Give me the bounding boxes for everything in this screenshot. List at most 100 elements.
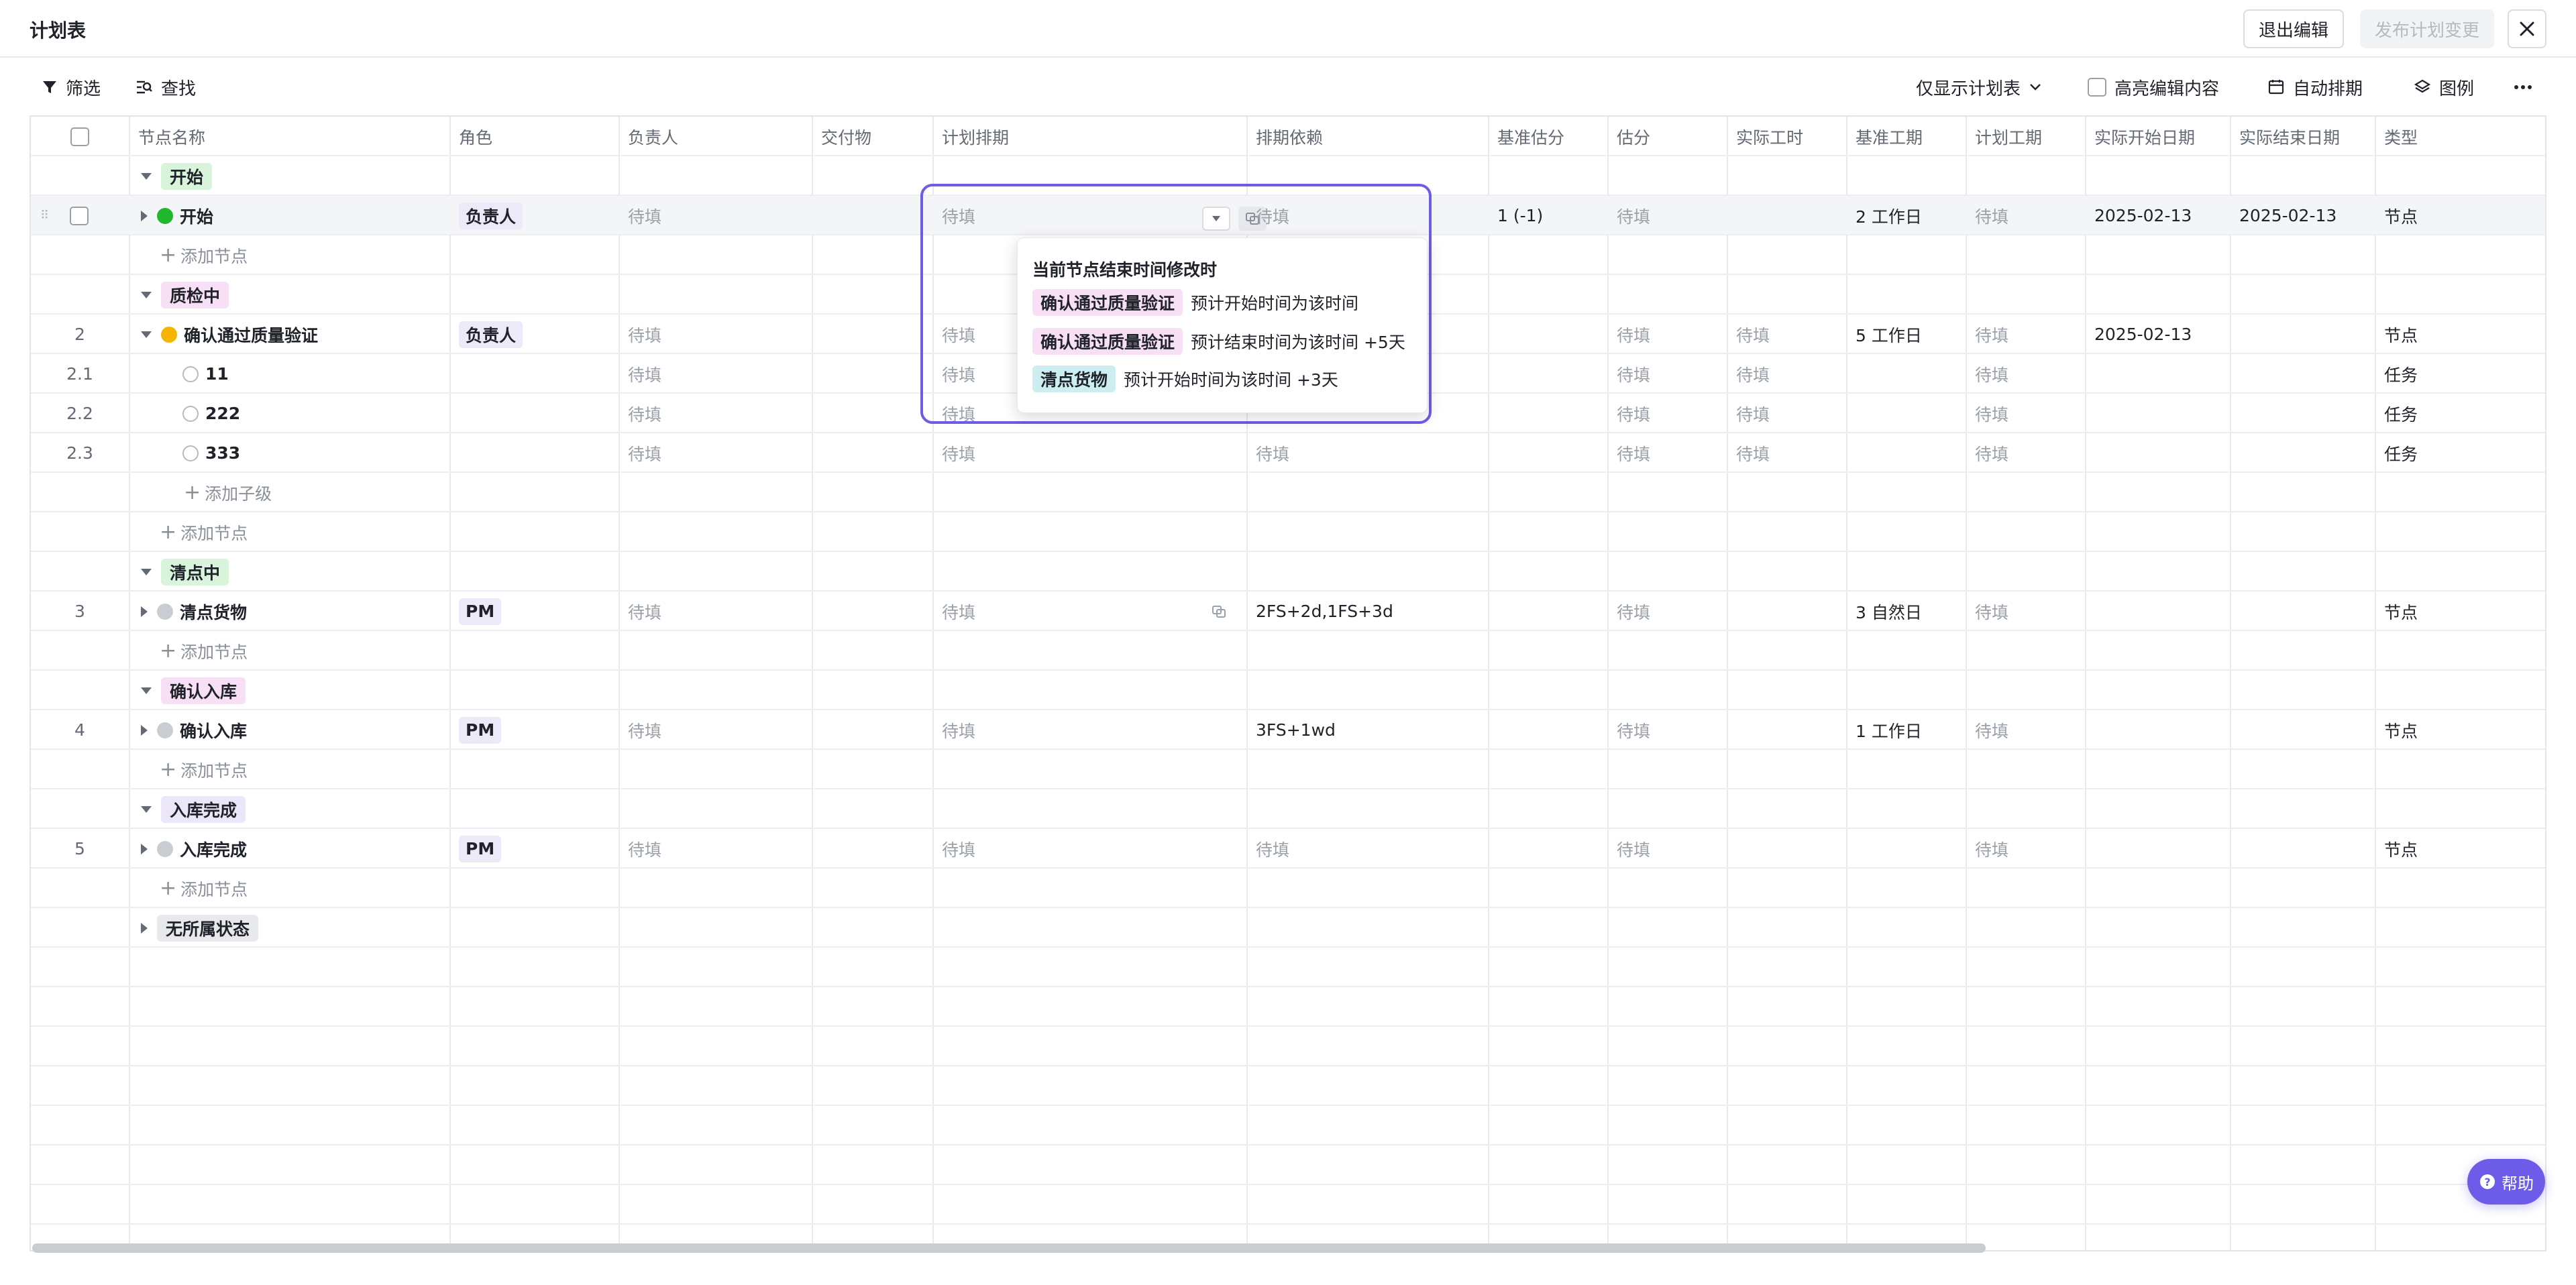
plan-cell[interactable]: 待填 [942,829,975,869]
add-node-row[interactable]: + 添加节点 [31,869,2545,908]
col-header-actual-start[interactable]: 实际开始日期 [2094,117,2195,156]
col-header-base-duration[interactable]: 基准工期 [1856,117,1923,156]
horizontal-scrollbar[interactable] [32,1243,1986,1253]
highlight-checkbox[interactable] [2088,78,2106,97]
col-header-estimate[interactable]: 估分 [1617,117,1650,156]
legend-button[interactable]: 图例 [2414,75,2474,99]
row-checkbox[interactable] [70,206,89,225]
add-node-label[interactable]: 添加节点 [180,243,248,268]
col-header-plan[interactable]: 计划排期 [942,117,1009,156]
col-header-actual-end[interactable]: 实际结束日期 [2239,117,2340,156]
base-duration-cell[interactable]: 3 自然日 [1856,592,1922,631]
publish-changes-button[interactable]: 发布计划变更 [2360,9,2494,48]
add-node-label[interactable]: 添加节点 [180,758,248,782]
actual-hours-cell[interactable]: 待填 [1736,315,1770,354]
drag-handle-icon[interactable]: ⠿ [40,196,49,235]
actual-start-cell[interactable]: 2025-02-13 [2094,196,2192,235]
add-node-row[interactable]: + 添加节点 [31,512,2545,552]
more-button[interactable] [2513,75,2533,99]
expand-arrow-icon[interactable] [141,606,148,617]
col-header-role[interactable]: 角色 [459,117,492,156]
col-header-plan-duration[interactable]: 计划工期 [1975,117,2042,156]
estimate-cell[interactable]: 待填 [1617,433,1650,473]
add-node-label[interactable]: 添加节点 [180,520,248,545]
estimate-cell[interactable]: 待填 [1617,710,1650,750]
table-row[interactable]: 3 清点货物 PM 待填 待填 2FS+2d,1FS+3d 待填 3 自然日 待… [31,592,2545,631]
auto-schedule-button[interactable]: 自动排期 [2267,75,2363,99]
col-header-name[interactable]: 节点名称 [138,117,205,156]
estimate-cell[interactable]: 待填 [1617,196,1650,235]
owner-cell[interactable]: 待填 [628,592,661,631]
collapse-arrow-icon[interactable] [141,568,152,575]
table-row[interactable]: 2.3 333 待填 待填 待填 待填 待填 待填 任务 [31,433,2545,473]
estimate-cell[interactable]: 待填 [1617,354,1650,394]
col-header-deliverable[interactable]: 交付物 [821,117,871,156]
select-all-checkbox[interactable] [70,127,89,146]
estimate-cell[interactable]: 待填 [1617,829,1650,869]
plan-cell[interactable]: 待填 [942,592,975,631]
group-row[interactable]: 清点中 [31,552,2545,592]
actual-start-cell[interactable]: 2025-02-13 [2094,315,2192,354]
estimate-cell[interactable]: 待填 [1617,592,1650,631]
add-node-label[interactable]: 添加节点 [180,639,248,663]
col-header-type[interactable]: 类型 [2384,117,2418,156]
collapse-arrow-icon[interactable] [141,172,152,180]
base-duration-cell[interactable]: 2 工作日 [1856,196,1922,235]
plan-duration-cell[interactable]: 待填 [1975,315,2008,354]
owner-cell[interactable]: 待填 [628,354,661,394]
plan-duration-cell[interactable]: 待填 [1975,433,2008,473]
dependency-cell[interactable]: 待填 [1256,433,1289,473]
task-circle-icon[interactable] [182,445,199,461]
expand-arrow-icon[interactable] [141,843,148,854]
col-header-base-estimate[interactable]: 基准估分 [1497,117,1564,156]
col-header-dependency[interactable]: 排期依赖 [1256,117,1323,156]
expand-arrow-icon[interactable] [141,922,148,934]
expand-arrow-icon[interactable] [141,210,148,221]
add-node-row[interactable]: + 添加节点 [31,631,2545,671]
task-circle-icon[interactable] [182,366,199,382]
actual-hours-cell[interactable]: 待填 [1736,433,1770,473]
dependency-cell[interactable]: 2FS+2d,1FS+3d [1256,592,1393,631]
view-select[interactable]: 仅显示计划表 [1916,75,2042,99]
collapse-arrow-icon[interactable] [141,331,152,338]
owner-cell[interactable]: 待填 [628,394,661,433]
collapse-arrow-icon[interactable] [141,805,152,813]
find-button[interactable]: 查找 [136,75,196,99]
plan-duration-cell[interactable]: 待填 [1975,354,2008,394]
owner-cell[interactable]: 待填 [628,710,661,750]
close-button[interactable] [2508,9,2546,48]
base-estimate-cell[interactable]: 1 (-1) [1497,196,1543,235]
collapse-arrow-icon[interactable] [141,291,152,298]
add-subtask-row[interactable]: + 添加子级 [31,473,2545,512]
base-duration-cell[interactable]: 1 工作日 [1856,710,1922,750]
col-header-owner[interactable]: 负责人 [628,117,678,156]
task-circle-icon[interactable] [182,405,199,422]
owner-cell[interactable]: 待填 [628,829,661,869]
copy-icon[interactable] [1212,592,1226,631]
plan-cell[interactable]: 待填 [942,710,975,750]
base-duration-cell[interactable]: 5 工作日 [1856,315,1922,354]
plan-duration-cell[interactable]: 待填 [1975,196,2008,235]
filter-button[interactable]: 筛选 [42,75,101,99]
actual-hours-cell[interactable]: 待填 [1736,354,1770,394]
estimate-cell[interactable]: 待填 [1617,394,1650,433]
help-button[interactable]: ? 帮助 [2467,1159,2545,1205]
group-row[interactable]: 无所属状态 [31,908,2545,948]
group-row[interactable]: 确认入库 [31,671,2545,710]
expand-arrow-icon[interactable] [141,724,148,736]
actual-end-cell[interactable]: 2025-02-13 [2239,196,2337,235]
plan-duration-cell[interactable]: 待填 [1975,394,2008,433]
estimate-cell[interactable]: 待填 [1617,315,1650,354]
owner-cell[interactable]: 待填 [628,196,661,235]
add-subtask-label[interactable]: 添加子级 [205,481,272,505]
owner-cell[interactable]: 待填 [628,315,661,354]
col-header-actual-hours[interactable]: 实际工时 [1736,117,1803,156]
plan-duration-cell[interactable]: 待填 [1975,829,2008,869]
dependency-cell[interactable]: 3FS+1wd [1256,710,1336,750]
actual-hours-cell[interactable]: 待填 [1736,394,1770,433]
table-row[interactable]: 5 入库完成 PM 待填 待填 待填 待填 待填 节点 [31,829,2545,869]
highlight-edits-toggle[interactable]: 高亮编辑内容 [2088,75,2219,99]
collapse-arrow-icon[interactable] [141,687,152,694]
plan-cell[interactable]: 待填 [942,433,975,473]
plan-duration-cell[interactable]: 待填 [1975,710,2008,750]
